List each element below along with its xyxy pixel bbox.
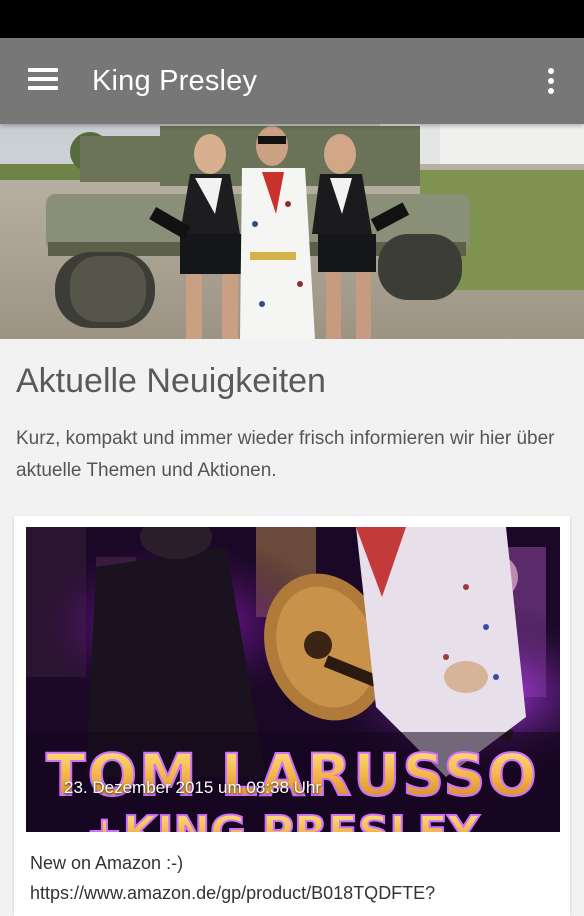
section-title: Aktuelle Neuigkeiten xyxy=(16,362,326,400)
more-vert-icon[interactable] xyxy=(532,58,568,104)
hamburger-menu-icon[interactable] xyxy=(14,58,60,104)
news-date: 23. Dezember 2015 um 08:38 Uhr xyxy=(64,778,322,797)
news-text: New on Amazon :-) https://www.amazon.de/… xyxy=(30,848,560,908)
hero-image xyxy=(0,124,584,339)
news-image-title: TOM LARUSSO xyxy=(46,741,539,809)
news-card[interactable]: TOM LARUSSO +KING PRESLEY 23. Dezember 2… xyxy=(14,516,570,916)
news-text-line1: New on Amazon :-) xyxy=(30,853,184,873)
app-bar: King Presley xyxy=(0,38,584,124)
app-title: King Presley xyxy=(92,65,258,97)
status-bar xyxy=(0,0,584,38)
section-description: Kurz, kompakt und immer wieder frisch in… xyxy=(16,428,555,481)
news-image-subtitle: +KING PRESLEY xyxy=(86,807,481,832)
news-link[interactable]: https://www.amazon.de/gp/product/B018TQD… xyxy=(30,883,435,903)
